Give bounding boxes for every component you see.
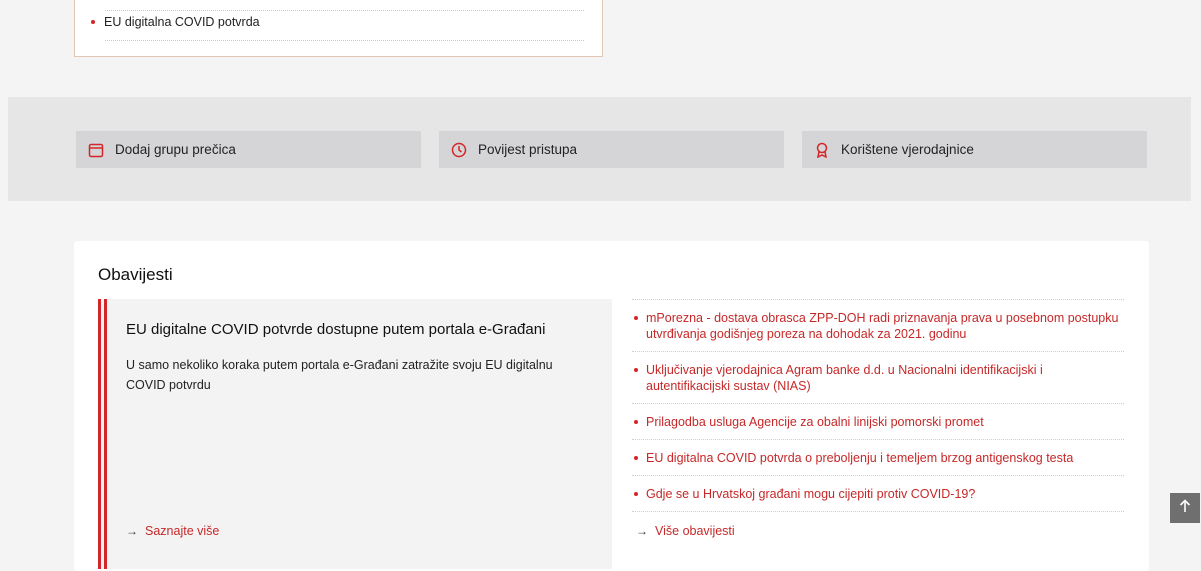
- more-notices-link[interactable]: → Više obavijesti: [636, 524, 735, 538]
- divider: [105, 10, 584, 11]
- quick-link-label: Dodaj grupu prečica: [115, 142, 236, 157]
- bullet-icon: [634, 492, 638, 496]
- more-notices-label[interactable]: Više obavijesti: [655, 524, 735, 538]
- featured-notice: EU digitalne COVID potvrde dostupne pute…: [98, 299, 612, 569]
- news-item[interactable]: Gdje se u Hrvatskoj građani mogu cijepit…: [632, 476, 1124, 512]
- news-item[interactable]: EU digitalna COVID potvrda o preboljenju…: [632, 440, 1124, 476]
- divider: [105, 40, 584, 41]
- news-item-label[interactable]: Uključivanje vjerodajnica Agram banke d.…: [646, 362, 1124, 394]
- award-icon: [813, 141, 831, 159]
- quick-link-label: Povijest pristupa: [478, 142, 578, 157]
- news-item-label[interactable]: mPorezna - dostava obrasca ZPP-DOH radi …: [646, 310, 1124, 342]
- news-item-label[interactable]: EU digitalna COVID potvrda o preboljenju…: [646, 450, 1073, 466]
- learn-more-label[interactable]: Saznajte više: [145, 524, 219, 538]
- news-item-label[interactable]: Prilagodba usluga Agencije za obalni lin…: [646, 414, 984, 430]
- bullet-icon: [634, 420, 638, 424]
- notices-title: Obavijesti: [98, 265, 173, 284]
- news-item-label[interactable]: Gdje se u Hrvatskoj građani mogu cijepit…: [646, 486, 975, 502]
- access-history-button[interactable]: Povijest pristupa: [439, 131, 784, 168]
- bullet-icon: [634, 368, 638, 372]
- learn-more-link[interactable]: → Saznajte više: [126, 524, 219, 538]
- clock-icon: [450, 141, 468, 159]
- bullet-icon: [634, 316, 638, 320]
- featured-headline: EU digitalne COVID potvrde dostupne pute…: [126, 321, 546, 338]
- bullet-icon: [91, 20, 95, 24]
- list-item[interactable]: EU digitalna COVID potvrda: [91, 15, 260, 29]
- notices-card: Obavijesti EU digitalne COVID potvrde do…: [74, 241, 1149, 571]
- list-item-label[interactable]: EU digitalna COVID potvrda: [104, 15, 260, 29]
- bullet-icon: [634, 456, 638, 460]
- accent-bar: [104, 299, 107, 569]
- featured-body: U samo nekoliko koraka putem portala e-G…: [126, 358, 553, 392]
- news-item[interactable]: Prilagodba usluga Agencije za obalni lin…: [632, 404, 1124, 440]
- used-credentials-button[interactable]: Korištene vjerodajnice: [802, 131, 1147, 168]
- accent-bar: [98, 299, 101, 569]
- top-section: EU digitalna COVID potvrda: [0, 0, 1191, 97]
- quick-links-band: Dodaj grupu prečica Povijest pristupa Ko…: [8, 97, 1191, 201]
- arrow-up-icon: [1179, 498, 1191, 518]
- arrow-right-icon: →: [636, 524, 648, 538]
- calendar-icon: [87, 141, 105, 159]
- top-list-card: EU digitalna COVID potvrda: [74, 0, 603, 57]
- news-list: mPorezna - dostava obrasca ZPP-DOH radi …: [632, 299, 1124, 512]
- arrow-right-icon: →: [126, 524, 138, 538]
- back-to-top-button[interactable]: [1170, 493, 1200, 523]
- quick-link-label: Korištene vjerodajnice: [841, 142, 974, 157]
- news-item[interactable]: mPorezna - dostava obrasca ZPP-DOH radi …: [632, 300, 1124, 352]
- add-shortcut-group-button[interactable]: Dodaj grupu prečica: [76, 131, 421, 168]
- news-item[interactable]: Uključivanje vjerodajnica Agram banke d.…: [632, 352, 1124, 404]
